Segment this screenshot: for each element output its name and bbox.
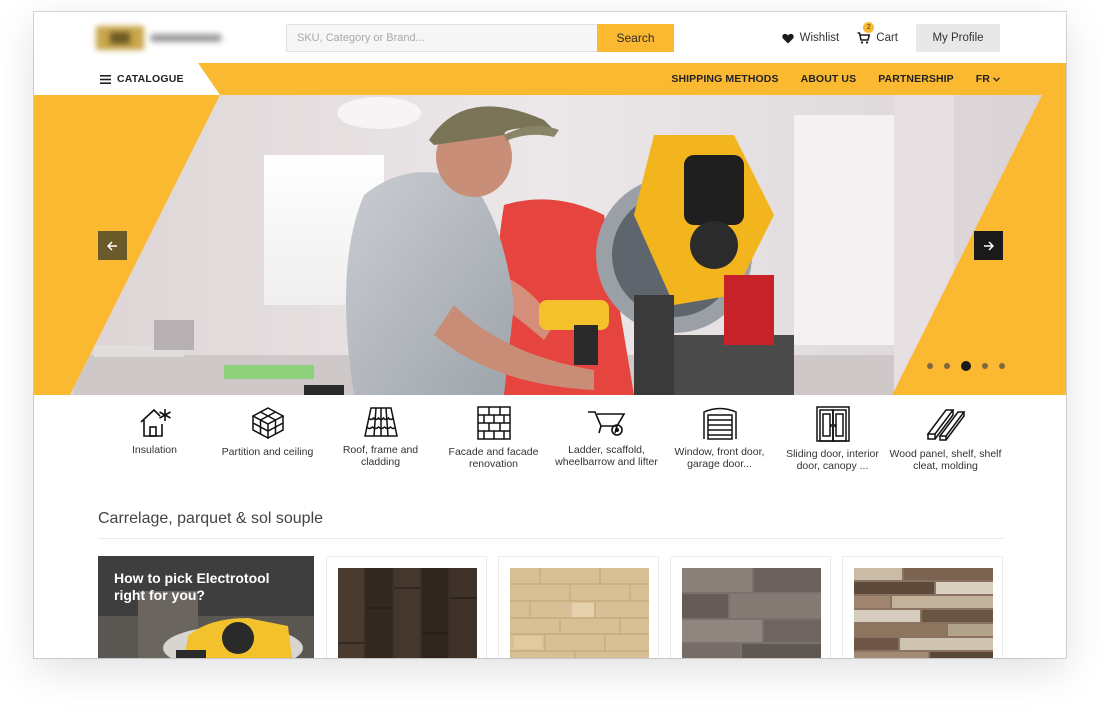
site-logo[interactable] [96,26,224,50]
promo-card-electrotool[interactable]: How to pick Electrotool right for you? [98,556,314,658]
hamburger-menu-icon [100,74,111,84]
wheelbarrow-icon [587,411,625,436]
category-wood-panel-shelf[interactable]: Wood panel, shelf, shelf cleat, molding [889,402,1002,482]
nav-shipping-methods[interactable]: SHIPPING METHODS [671,73,778,85]
category-facade-renovation[interactable]: Facade and facade renovation [437,402,550,482]
wishlist-link[interactable]: Wishlist [781,32,840,44]
my-profile-button[interactable]: My Profile [916,24,1000,52]
nav-partnership[interactable]: PARTNERSHIP [878,73,954,85]
section-divider [98,538,1004,539]
grey-stone-tile-swatch [682,568,821,658]
main-navbar: CATALOGUE SHIPPING METHODS ABOUT US PART… [34,63,1066,95]
catalogue-menu-button[interactable]: CATALOGUE [34,63,220,95]
catalogue-label: CATALOGUE [117,73,184,85]
cart-label: Cart [876,32,898,44]
category-partition-ceiling[interactable]: Partition and ceiling [211,402,324,482]
category-label: Window, front door, garage door... [674,446,765,470]
category-sliding-interior-door[interactable]: Sliding door, interior door, canopy ... [776,402,889,482]
dark-wood-flooring-swatch [338,568,477,658]
section-title: Carrelage, parquet & sol souple [98,510,324,527]
mixed-wood-plank-swatch [854,568,993,658]
carousel-dot[interactable] [944,363,950,369]
product-tile-mixed-wood[interactable] [842,556,1003,658]
carousel-dot[interactable] [961,361,971,371]
cart-link[interactable]: 2 Cart [857,22,898,44]
logo-mark [96,26,144,50]
category-label: Roof, frame and cladding [342,444,419,468]
category-ladder-scaffold[interactable]: Ladder, scaffold, wheelbarrow and lifter [550,402,663,482]
heart-icon [781,33,794,43]
carousel-pagination [927,361,1016,371]
nav-about-us[interactable]: ABOUT US [801,73,857,85]
house-insulation-icon [139,408,171,437]
carousel-dot[interactable] [982,363,988,369]
hero-photo-workers-miter-saw [34,95,1066,395]
cart-icon [857,32,871,44]
search-button[interactable]: Search [597,24,674,52]
logo-wordmark [150,34,222,42]
category-label: Sliding door, interior door, canopy ... [786,448,879,472]
cube-grid-icon [250,407,285,440]
carousel-dot[interactable] [999,363,1005,369]
wishlist-label: Wishlist [799,32,840,44]
chevron-down-icon [993,76,1000,82]
category-label: Insulation [132,444,177,456]
light-stone-tile-swatch [510,568,649,658]
product-tile-grey-stone[interactable] [670,556,831,658]
category-label: Ladder, scaffold, wheelbarrow and lifter [555,444,658,468]
language-selector[interactable]: FR [976,73,1000,85]
category-label: Facade and facade renovation [448,446,539,470]
brick-wall-icon [476,406,511,440]
language-label: FR [975,73,990,85]
promo-title: How to pick Electrotool right for you? [114,570,270,603]
category-roof-frame-cladding[interactable]: Roof, frame and cladding [324,402,437,482]
browser-frame: Search Wishlist 2 Cart My Profile CATALO… [34,12,1066,658]
double-door-icon [815,406,850,442]
hero-carousel [34,95,1066,395]
product-tile-dark-wood[interactable] [326,556,487,658]
header-actions: Wishlist 2 Cart My Profile [781,22,1000,52]
wood-planks-icon [926,409,965,441]
product-cards-row: How to pick Electrotool right for you? [98,556,1004,658]
carousel-dot[interactable] [927,363,933,369]
product-tile-light-stone[interactable] [498,556,659,658]
site-header: Search Wishlist 2 Cart My Profile [34,12,1066,63]
category-strip: Insulation Partition and ceiling Roof, f… [98,402,1004,482]
category-window-door-garage[interactable]: Window, front door, garage door... [663,402,776,482]
category-label: Partition and ceiling [221,446,314,458]
carousel-prev-button[interactable] [98,231,127,260]
roof-tiles-icon [363,407,398,437]
category-label: Wood panel, shelf, shelf cleat, molding [889,448,1002,472]
category-insulation[interactable]: Insulation [98,402,211,482]
search-input[interactable] [286,24,597,52]
carousel-next-button[interactable] [974,231,1003,260]
cart-count-badge: 2 [863,22,875,33]
nav-links: SHIPPING METHODS ABOUT US PARTNERSHIP FR [649,63,1000,95]
arrow-left-icon [107,240,117,251]
search-bar: Search [286,24,674,52]
arrow-right-icon [984,240,994,251]
garage-door-icon [702,407,737,440]
